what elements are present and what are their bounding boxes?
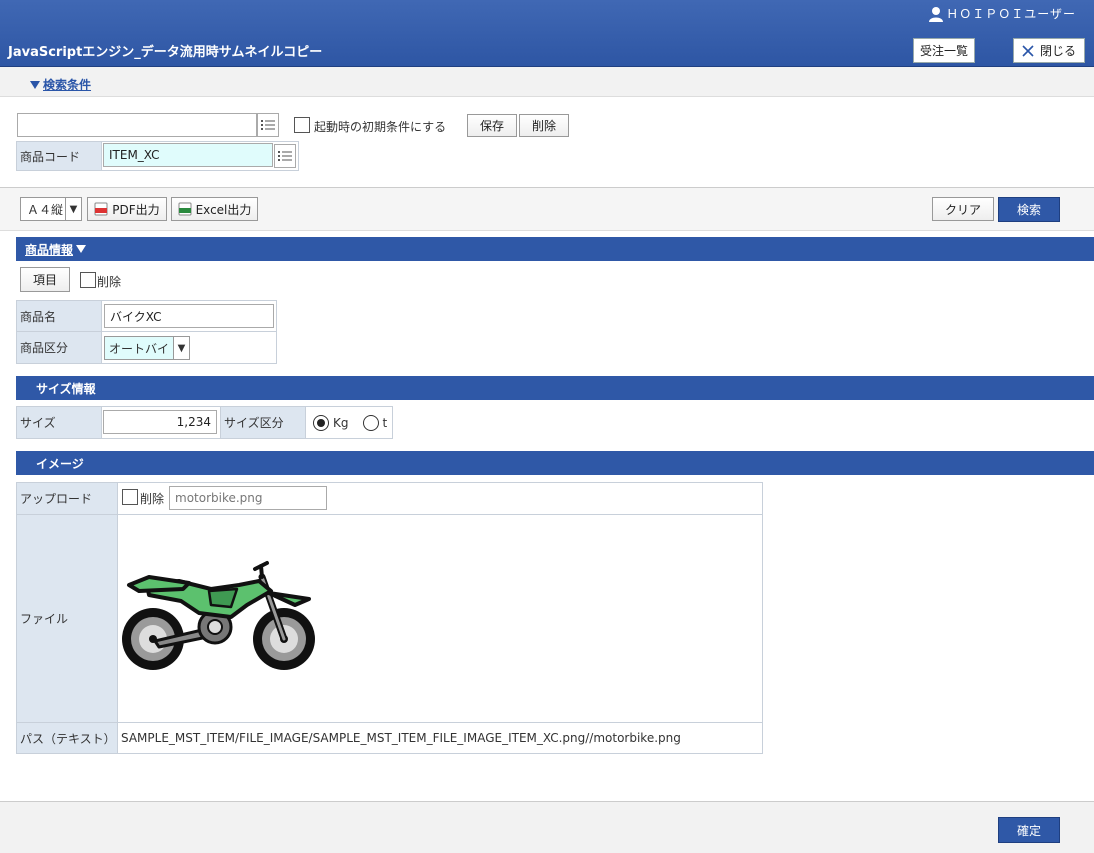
condition-name-input[interactable] <box>17 113 257 137</box>
search-button[interactable]: 検索 <box>998 197 1060 222</box>
size-type-t-label: t <box>382 415 388 430</box>
order-list-label: 受注一覧 <box>919 44 968 58</box>
app-header: ＨＯＩＰＯＩユーザー JavaScriptエンジン_データ流用時サムネイルコピー… <box>0 0 1094 67</box>
pdf-export-button[interactable]: PDF出力 <box>87 197 167 221</box>
product-category-value: オートバイ <box>109 341 170 356</box>
close-label: 閉じる <box>1039 44 1076 58</box>
paper-size-value: Ａ４縦 <box>27 202 64 217</box>
excel-export-button[interactable]: Excel出力 <box>171 197 258 221</box>
size-label: サイズ <box>16 406 102 439</box>
footer: 確定 <box>0 801 1094 853</box>
upload-delete-label: 削除 <box>140 492 165 506</box>
search-condition-bar: 検索条件 <box>0 67 1094 97</box>
size-type-t-radio[interactable] <box>362 414 379 431</box>
upload-delete-checkbox[interactable] <box>122 489 138 505</box>
pdf-icon <box>94 202 108 216</box>
list-icon <box>278 151 292 161</box>
pdf-export-label: PDF出力 <box>112 202 160 217</box>
dropdown-arrow-icon: ▼ <box>173 337 189 359</box>
excel-export-label: Excel出力 <box>195 202 252 217</box>
order-list-button[interactable]: 受注一覧 <box>913 38 975 63</box>
product-code-input[interactable] <box>103 143 273 167</box>
image-section-title: イメージ <box>36 456 84 471</box>
product-delete-label: 削除 <box>97 275 122 289</box>
product-category-label: 商品区分 <box>16 331 102 364</box>
image-section-header: イメージ <box>16 451 1094 475</box>
initial-condition-label: 起動時の初期条件にする <box>314 120 447 134</box>
path-label: パス（テキスト） <box>16 722 118 754</box>
delete-condition-button[interactable]: 削除 <box>519 114 569 137</box>
product-section-header[interactable]: 商品情報 <box>16 237 1094 261</box>
paper-size-select[interactable]: Ａ４縦 ▼ <box>20 197 82 221</box>
path-value: SAMPLE_MST_ITEM/FILE_IMAGE/SAMPLE_MST_IT… <box>117 722 763 754</box>
product-name-input[interactable] <box>104 304 274 328</box>
size-section-header: サイズ情報 <box>16 376 1094 400</box>
size-input[interactable] <box>103 410 217 434</box>
close-button[interactable]: 閉じる <box>1013 38 1085 63</box>
confirm-button[interactable]: 確定 <box>998 817 1060 843</box>
dropdown-arrow-icon: ▼ <box>65 198 81 220</box>
product-code-list-button[interactable] <box>274 144 296 168</box>
initial-condition-checkbox[interactable] <box>294 117 310 133</box>
excel-icon <box>178 202 192 216</box>
upload-label: アップロード <box>16 482 118 515</box>
size-section-title: サイズ情報 <box>36 381 96 396</box>
save-condition-button[interactable]: 保存 <box>467 114 517 137</box>
size-type-label: サイズ区分 <box>220 406 306 439</box>
upload-file-input[interactable] <box>169 486 327 510</box>
list-icon <box>261 120 275 130</box>
file-label: ファイル <box>16 514 118 723</box>
motorbike-image <box>122 561 315 670</box>
user-name: ＨＯＩＰＯＩユーザー <box>946 7 1076 21</box>
product-delete-checkbox[interactable] <box>80 272 96 288</box>
triangle-down-icon <box>76 245 87 253</box>
search-condition-toggle[interactable]: 検索条件 <box>30 76 91 93</box>
size-type-cell: Kg t <box>305 406 393 439</box>
product-code-label: 商品コード <box>16 141 102 171</box>
product-category-select[interactable]: オートバイ ▼ <box>104 336 190 360</box>
product-name-label: 商品名 <box>16 300 102 332</box>
user-icon <box>929 6 944 22</box>
clear-button[interactable]: クリア <box>932 197 994 221</box>
size-type-kg-label: Kg <box>333 415 349 430</box>
product-section-title: 商品情報 <box>25 242 74 257</box>
toolbar: Ａ４縦 ▼ PDF出力 Excel出力 クリア 検索 <box>0 187 1094 231</box>
item-settings-button[interactable]: 項目 <box>20 267 70 292</box>
close-icon <box>1022 44 1034 57</box>
user-info[interactable]: ＨＯＩＰＯＩユーザー <box>928 5 1076 22</box>
search-condition-label: 検索条件 <box>43 78 92 92</box>
size-type-kg-radio[interactable] <box>313 414 329 431</box>
condition-list-button[interactable] <box>257 113 279 137</box>
triangle-down-icon <box>30 80 40 89</box>
page-title: JavaScriptエンジン_データ流用時サムネイルコピー <box>8 45 323 60</box>
